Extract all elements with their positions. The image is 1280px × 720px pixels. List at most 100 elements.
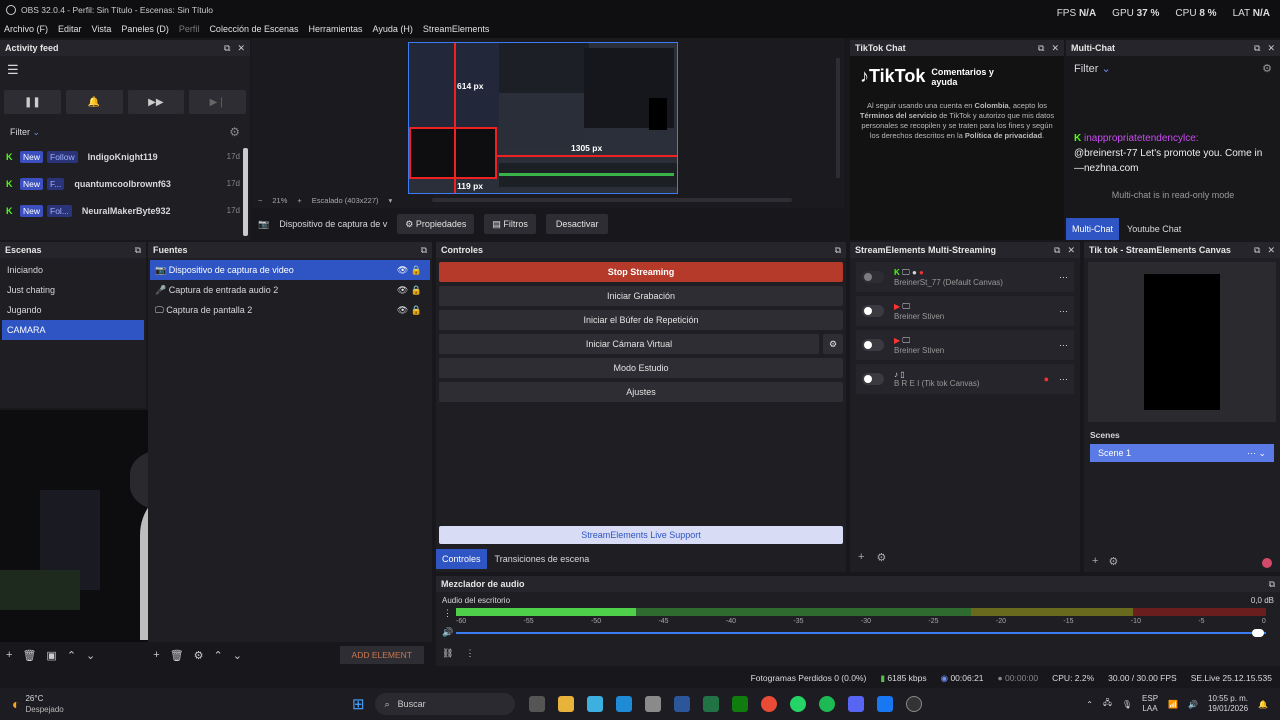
tab-multichat[interactable]: Multi-Chat [1066, 218, 1120, 240]
scrollbar[interactable] [243, 148, 248, 236]
add-scene-button[interactable]: + [6, 649, 12, 661]
deactivate-button[interactable]: Desactivar [545, 214, 609, 234]
float-icon[interactable]: ⧉ [835, 245, 841, 256]
add-element-button[interactable]: ADD ELEMENT [339, 646, 424, 664]
source-settings-button[interactable]: ⚙ [194, 649, 204, 662]
mixer-menu-icon[interactable]: ⋮ [443, 608, 452, 619]
float-icon[interactable]: ⧉ [135, 245, 141, 256]
filter-dropdown[interactable]: Filter ⌄ [10, 127, 40, 138]
float-icon[interactable]: ⧉ [1254, 245, 1260, 256]
close-icon[interactable]: ✕ [1267, 43, 1275, 54]
more-icon[interactable]: ⋯ [1059, 306, 1068, 317]
scene-item-selected[interactable]: CAMARA [2, 320, 144, 340]
close-icon[interactable]: ✕ [237, 43, 245, 54]
stream-toggle[interactable] [862, 271, 884, 283]
virtual-camera-button[interactable]: Iniciar Cámara Virtual [439, 334, 819, 354]
close-icon[interactable]: ✕ [1067, 245, 1075, 256]
stop-streaming-button[interactable]: Stop Streaming [439, 262, 843, 282]
preview-scrollbar[interactable] [432, 198, 792, 202]
skip-button[interactable]: ▶▶ [127, 90, 185, 114]
float-icon[interactable]: ⧉ [224, 43, 230, 54]
scale-dropdown-icon[interactable]: ▾ [389, 196, 393, 205]
add-target-button[interactable]: + [858, 551, 864, 564]
start-recording-button[interactable]: Iniciar Grabación [439, 286, 843, 306]
spotify-icon[interactable] [818, 696, 835, 712]
windows-start-icon[interactable]: ⊞ [352, 695, 365, 713]
menu-streamelements[interactable]: StreamElements [423, 24, 490, 34]
discord-icon[interactable] [847, 696, 864, 712]
tab-controles[interactable]: Controles [436, 549, 487, 569]
more-icon[interactable]: ⋯ [1059, 272, 1068, 283]
facebook-icon[interactable] [876, 696, 893, 712]
menu-coleccion[interactable]: Colección de Escenas [209, 24, 298, 34]
float-icon[interactable]: ⧉ [1038, 43, 1044, 54]
properties-button[interactable]: ⚙ Propiedades [397, 214, 475, 234]
bell-button[interactable]: 🔔 [65, 90, 123, 114]
multichat-filter[interactable]: Filter ⌄ [1074, 62, 1111, 75]
replay-buffer-button[interactable]: Iniciar el Búfer de Repetición [439, 310, 843, 330]
obs-taskbar-icon[interactable] [905, 696, 922, 712]
menu-editar[interactable]: Editar [58, 24, 82, 34]
chevron-up-icon[interactable]: ⌃ [1086, 700, 1093, 709]
tab-youtube-chat[interactable]: Youtube Chat [1119, 218, 1189, 240]
scene-filter-button[interactable]: ▣ [46, 649, 56, 662]
stream-target[interactable]: ▶ 🖵 Breiner Stiven ⋯ [856, 330, 1074, 360]
search-box[interactable]: ⌕ Buscar [374, 693, 515, 715]
stream-target[interactable]: ▶ 🖵 Breiner Stiven ⋯ [856, 296, 1074, 326]
menu-ayuda[interactable]: Ayuda (H) [373, 24, 413, 34]
gear-icon[interactable]: ⚙ [876, 551, 886, 564]
source-item-selected[interactable]: 📷 Dispositivo de captura de video 👁 🔒 [150, 260, 430, 280]
list-item[interactable]: K New F... quantumcoolbrownf63 17d [0, 170, 250, 197]
speaker-icon[interactable]: 🔊 [442, 627, 453, 638]
float-icon[interactable]: ⧉ [421, 245, 427, 256]
tab-transiciones[interactable]: Transiciones de escena [487, 549, 598, 569]
word-icon[interactable] [673, 696, 690, 712]
preview-area[interactable]: 614 px 1305 px 119 px − 21% + Escalado (… [252, 38, 844, 208]
gear-icon[interactable]: ⚙ [1262, 62, 1272, 75]
settings-button[interactable]: Ajustes [439, 382, 843, 402]
excel-icon[interactable] [702, 696, 719, 712]
wifi-icon[interactable]: 📶 [1168, 700, 1178, 709]
stream-toggle[interactable] [862, 339, 884, 351]
task-view-icon[interactable] [528, 696, 545, 712]
stream-toggle[interactable] [862, 373, 884, 385]
vcam-settings-button[interactable]: ⚙ [823, 334, 843, 354]
eye-icon[interactable]: 👁 🔒 [397, 285, 422, 296]
zoom-out-button[interactable]: − [258, 196, 262, 205]
source-down-button[interactable]: ⌄ [233, 649, 242, 662]
stream-target[interactable]: ♪ ▯ B R E I (Tik tok Canvas) ● ⋯ [856, 364, 1074, 394]
explorer-icon[interactable] [557, 696, 574, 712]
preview-vscrollbar[interactable] [836, 58, 840, 178]
filters-button[interactable]: ▤ Filtros [484, 214, 536, 234]
scene-item[interactable]: Iniciando [2, 260, 144, 280]
more-icon[interactable]: ⋯ [1059, 374, 1068, 385]
chrome-icon[interactable] [760, 696, 777, 712]
weather-widget[interactable]: ◐ 26°C Despejado [0, 693, 340, 715]
live-support-button[interactable]: StreamElements Live Support [439, 526, 843, 544]
link-icon[interactable]: ⛓ [442, 648, 453, 659]
close-icon[interactable]: ✕ [1051, 43, 1059, 54]
more-icon[interactable]: ⋯ [1059, 340, 1068, 351]
list-item[interactable]: K New Follow IndigoKnight119 17d [0, 143, 250, 170]
notification-icon[interactable]: 🔔 [1258, 700, 1268, 709]
studio-mode-button[interactable]: Modo Estudio [439, 358, 843, 378]
mic-icon[interactable]: 🎙 [1122, 700, 1132, 709]
whatsapp-icon[interactable] [789, 696, 806, 712]
add-source-button[interactable]: + [153, 649, 159, 661]
move-down-button[interactable]: ⌄ [86, 649, 95, 662]
float-icon[interactable]: ⧉ [1054, 245, 1060, 256]
gear-icon[interactable]: ⚙ [229, 125, 240, 139]
source-item[interactable]: 🎤 Captura de entrada audio 2 👁 🔒 [150, 280, 430, 300]
stream-toggle[interactable] [862, 305, 884, 317]
list-item[interactable]: K New Fol... NeuralMakerByte932 17d [0, 197, 250, 224]
close-icon[interactable]: ✕ [1267, 245, 1275, 256]
zoom-in-button[interactable]: + [297, 196, 301, 205]
canvas-preview[interactable] [1088, 262, 1276, 422]
gear-icon[interactable]: ⚙ [1108, 555, 1118, 568]
eye-icon[interactable]: 👁 🔒 [397, 265, 422, 276]
scene-item[interactable]: Jugando [2, 300, 144, 320]
source-item[interactable]: 🖵 Captura de pantalla 2 👁 🔒 [150, 300, 430, 320]
menu-perfil[interactable]: Perfil [179, 24, 200, 34]
volume-slider-handle[interactable] [1252, 629, 1264, 637]
eye-icon[interactable]: 👁 🔒 [397, 305, 422, 316]
